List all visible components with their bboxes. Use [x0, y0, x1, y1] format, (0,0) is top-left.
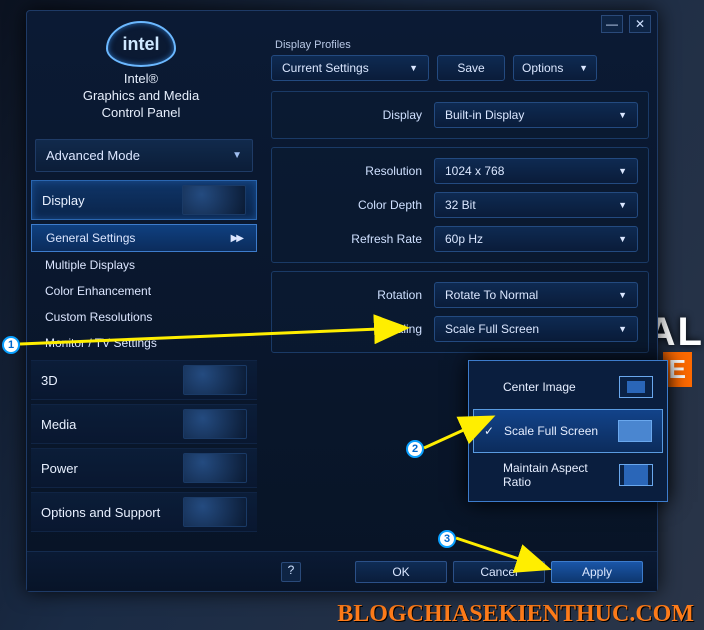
display-dropdown[interactable]: Built-in Display ▼ [434, 102, 638, 128]
scale-full-screen-icon [618, 420, 652, 442]
sidebar-item-power[interactable]: Power [31, 448, 257, 488]
sidebar-item-media[interactable]: Media [31, 404, 257, 444]
profile-options-button[interactable]: Options ▼ [513, 55, 597, 81]
save-profile-button[interactable]: Save [437, 55, 505, 81]
center-image-icon [619, 376, 653, 398]
profile-dropdown-value: Current Settings [282, 61, 369, 75]
sidebar-item-label: Display [42, 193, 85, 208]
sidebar-sub-label: General Settings [46, 231, 135, 245]
check-icon: ✓ [484, 424, 498, 438]
3d-icon [183, 365, 247, 395]
chevron-down-icon: ▼ [579, 63, 588, 73]
sidebar-item-display[interactable]: Display [31, 180, 257, 220]
refresh-rate-dropdown[interactable]: 60p Hz ▼ [434, 226, 638, 252]
app-title-line: Control Panel [41, 105, 241, 122]
display-dropdown-value: Built-in Display [445, 108, 524, 122]
chevron-down-icon: ▼ [618, 290, 627, 300]
help-button[interactable]: ? [281, 562, 301, 582]
sidebar-sub-color-enhancement[interactable]: Color Enhancement [31, 278, 257, 304]
header: intel Intel® Graphics and Media Control … [41, 21, 241, 122]
scaling-option-scale-full-screen[interactable]: ✓ Scale Full Screen [473, 409, 663, 453]
sidebar-item-options-support[interactable]: Options and Support [31, 492, 257, 532]
sidebar-sub-general-settings[interactable]: General Settings ▶▶ [31, 224, 257, 252]
resolution-value: 1024 x 768 [445, 164, 504, 178]
field-label-scaling: Scaling [282, 322, 422, 336]
app-title-line: Intel® [41, 71, 241, 88]
field-label-color-depth: Color Depth [282, 198, 422, 212]
sidebar-sub-monitor-tv-settings[interactable]: Monitor / TV Settings [31, 330, 257, 356]
chevron-down-icon: ▼ [618, 166, 627, 176]
scaling-value: Scale Full Screen [445, 322, 539, 336]
maintain-aspect-ratio-icon [619, 464, 653, 486]
profile-dropdown[interactable]: Current Settings ▼ [271, 55, 429, 81]
sidebar-sub-multiple-displays[interactable]: Multiple Displays [31, 252, 257, 278]
camera-icon [183, 409, 247, 439]
mode-group: Resolution 1024 x 768 ▼ Color Depth 32 B… [271, 147, 649, 263]
mode-label: Advanced Mode [46, 148, 140, 163]
flag-icon [183, 453, 247, 483]
sidebar-sub-label: Multiple Displays [45, 258, 135, 272]
chevron-down-icon: ▼ [618, 324, 627, 334]
scaling-option-maintain-aspect-ratio[interactable]: Maintain Aspect Ratio [473, 453, 663, 497]
sidebar-item-label: Options and Support [41, 505, 160, 520]
refresh-rate-value: 60p Hz [445, 232, 483, 246]
rotation-scaling-group: Rotation Rotate To Normal ▼ Scaling Scal… [271, 271, 649, 353]
color-depth-value: 32 Bit [445, 198, 476, 212]
profile-options-label: Options [522, 61, 563, 75]
scaling-option-center-image[interactable]: Center Image [473, 365, 663, 409]
annotation-badge-1: 1 [2, 336, 20, 354]
chevron-down-icon: ▼ [409, 63, 418, 73]
resolution-dropdown[interactable]: 1024 x 768 ▼ [434, 158, 638, 184]
control-panel-window: — ✕ intel Intel® Graphics and Media Cont… [26, 10, 658, 592]
cancel-button[interactable]: Cancel [453, 561, 545, 583]
app-title: Intel® Graphics and Media Control Panel [41, 71, 241, 122]
app-title-line: Graphics and Media [41, 88, 241, 105]
action-bar: ? OK Cancel Apply [27, 551, 657, 591]
field-label-rotation: Rotation [282, 288, 422, 302]
chevron-down-icon: ▼ [618, 110, 627, 120]
watermark: BLOGCHIASEKIENTHUC.COM [337, 601, 694, 628]
sidebar-item-label: Power [41, 461, 78, 476]
sidebar-item-label: Media [41, 417, 76, 432]
sidebar-item-label: 3D [41, 373, 58, 388]
intel-logo-icon: intel [106, 21, 176, 67]
chevron-down-icon: ▼ [618, 234, 627, 244]
window-controls: — ✕ [601, 15, 651, 33]
sidebar-sub-custom-resolutions[interactable]: Custom Resolutions [31, 304, 257, 330]
minimize-button[interactable]: — [601, 15, 623, 33]
profiles-heading: Display Profiles [275, 39, 649, 51]
scaling-option-label: Scale Full Screen [504, 424, 598, 438]
content-area: Display Profiles Current Settings ▼ Save… [271, 39, 649, 361]
chevron-right-icon: ▶▶ [231, 233, 242, 244]
annotation-badge-3: 3 [438, 530, 456, 548]
apply-button[interactable]: Apply [551, 561, 643, 583]
field-label-display: Display [282, 108, 422, 122]
chevron-down-icon: ▼ [232, 150, 242, 161]
sidebar: Advanced Mode ▼ Display General Settings… [31, 139, 257, 536]
sidebar-item-3d[interactable]: 3D [31, 360, 257, 400]
scaling-option-label: Maintain Aspect Ratio [503, 461, 619, 489]
chevron-down-icon: ▼ [618, 200, 627, 210]
ok-button[interactable]: OK [355, 561, 447, 583]
annotation-badge-2: 2 [406, 440, 424, 458]
field-label-refresh-rate: Refresh Rate [282, 232, 422, 246]
scaling-option-label: Center Image [503, 380, 576, 394]
sidebar-sub-label: Custom Resolutions [45, 310, 152, 324]
profiles-row: Current Settings ▼ Save Options ▼ [271, 55, 649, 81]
scaling-dropdown[interactable]: Scale Full Screen ▼ [434, 316, 638, 342]
sidebar-sub-label: Color Enhancement [45, 284, 151, 298]
display-group: Display Built-in Display ▼ [271, 91, 649, 139]
color-depth-dropdown[interactable]: 32 Bit ▼ [434, 192, 638, 218]
close-button[interactable]: ✕ [629, 15, 651, 33]
tools-icon [183, 497, 247, 527]
scaling-dropdown-menu: Center Image ✓ Scale Full Screen Maintain… [468, 360, 668, 502]
rotation-dropdown[interactable]: Rotate To Normal ▼ [434, 282, 638, 308]
field-label-resolution: Resolution [282, 164, 422, 178]
sidebar-sub-label: Monitor / TV Settings [45, 336, 157, 350]
rotation-value: Rotate To Normal [445, 288, 538, 302]
monitors-icon [182, 185, 246, 215]
mode-dropdown[interactable]: Advanced Mode ▼ [35, 139, 253, 172]
